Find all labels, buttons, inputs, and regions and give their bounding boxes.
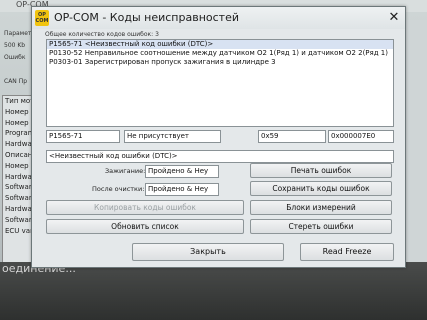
logo-line-2: COM xyxy=(35,18,49,24)
code-hex-field: 0x59 xyxy=(258,130,326,143)
ecu-address-field: 0x000007E0 xyxy=(328,130,394,143)
dialog-titlebar[interactable]: OP COM OP-COM - Коды неисправностей ✕ xyxy=(32,7,405,29)
fault-codes-list[interactable]: P1565-71 <Неизвестный код ошибки (DTC)> … xyxy=(46,39,394,127)
op-com-logo-icon: OP COM xyxy=(35,10,49,26)
read-freeze-button[interactable]: Read Freeze xyxy=(300,243,394,261)
save-codes-button[interactable]: Сохранить коды ошибок xyxy=(250,181,392,196)
fault-codes-dialog: OP COM OP-COM - Коды неисправностей ✕ Общ… xyxy=(31,6,406,268)
print-errors-button[interactable]: Печать ошибок xyxy=(250,163,392,178)
after-clear-label: После очистки: xyxy=(92,185,145,193)
fault-code-row[interactable]: P0303-01 Зарегистрирован пропуск зажиган… xyxy=(47,58,393,67)
clear-errors-button[interactable]: Стереть ошибки xyxy=(250,219,392,234)
ignition-status-field: Пройдено & Неу xyxy=(145,165,219,178)
code-count-label: Общее количество кодов ошибок: 3 xyxy=(45,31,159,38)
close-button[interactable]: Закрыть xyxy=(132,243,284,261)
copy-codes-button[interactable]: Копировать коды ошибок xyxy=(46,200,244,215)
selected-code-field: P1565-71 xyxy=(46,130,120,143)
close-icon[interactable]: ✕ xyxy=(386,10,402,25)
code-description-field: <Неизвестный код ошибки (DTC)> xyxy=(46,150,394,163)
dialog-title: OP-COM - Коды неисправностей xyxy=(54,11,239,24)
logo-text: OP COM xyxy=(35,12,49,24)
fault-code-row[interactable]: P1565-71 <Неизвестный код ошибки (DTC)> xyxy=(47,40,393,49)
ignition-label: Зажигание: xyxy=(105,167,146,175)
after-clear-status-field: Пройдено & Неу xyxy=(145,183,219,196)
measurement-blocks-button[interactable]: Блоки измерений xyxy=(250,200,392,215)
refresh-list-button[interactable]: Обновить список xyxy=(46,219,244,234)
fault-code-row[interactable]: P0130-52 Неправильное соотношение между … xyxy=(47,49,393,58)
code-status-field: Не присутствует xyxy=(124,130,221,143)
background-right-panel xyxy=(404,20,427,270)
